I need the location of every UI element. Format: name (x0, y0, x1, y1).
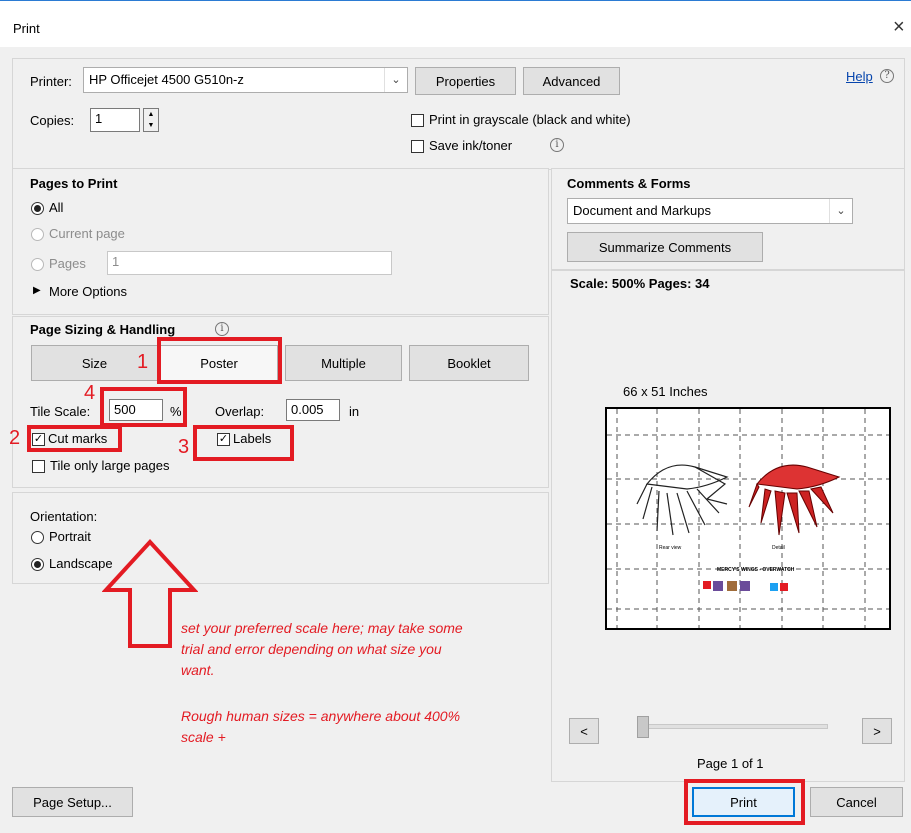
grayscale-checkbox[interactable] (411, 114, 424, 127)
page-slider-thumb[interactable] (637, 716, 649, 738)
tile-large-checkbox[interactable] (32, 460, 45, 473)
copies-label: Copies: (30, 113, 75, 128)
all-radio[interactable] (31, 202, 44, 215)
annotation-line-5: scale + (181, 729, 226, 745)
help-link[interactable]: Help (846, 69, 873, 84)
booklet-tab[interactable]: Booklet (409, 345, 529, 381)
annotation-box-print (684, 779, 805, 825)
save-ink-label: Save ink/toner (429, 138, 513, 153)
tile-scale-label: Tile Scale: (30, 404, 91, 419)
booklet-tab-label: Booklet (447, 355, 491, 371)
pages-radio[interactable] (31, 258, 44, 271)
page-slider-track[interactable] (640, 724, 828, 729)
grayscale-label: Print in grayscale (black and white) (429, 112, 631, 127)
printer-select-value: HP Officejet 4500 G510n-z (89, 72, 244, 87)
current-page-label: Current page (49, 226, 125, 241)
window-title: Print (13, 21, 40, 36)
properties-button[interactable]: Properties (415, 67, 516, 95)
chevron-down-icon: ⌄ (384, 68, 407, 92)
info-icon: i (550, 138, 564, 152)
portrait-radio[interactable] (31, 531, 44, 544)
overlap-unit-label: in (349, 404, 360, 419)
size-tab-label: Size (81, 355, 108, 371)
annotation-box-labels (193, 425, 294, 461)
preview-scale-text: Scale: 500% Pages: 34 (570, 276, 710, 291)
annotation-number-1: 1 (137, 351, 149, 373)
comments-select[interactable]: Document and Markups ⌄ (567, 198, 853, 224)
next-page-button[interactable]: > (862, 718, 892, 744)
comments-title: Comments & Forms (567, 176, 691, 191)
page-sizing-title: Page Sizing & Handling (30, 322, 176, 337)
annotation-number-3: 3 (178, 436, 190, 458)
save-ink-checkbox[interactable] (411, 140, 424, 153)
annotation-line-3: want. (181, 662, 215, 678)
prev-page-button[interactable]: < (569, 718, 599, 744)
annotation-line-2: trial and error depending on what size y… (181, 641, 442, 657)
advanced-button[interactable]: Advanced (523, 67, 620, 95)
title-bar (0, 0, 911, 47)
overlap-label: Overlap: (215, 404, 265, 419)
more-options-label[interactable]: More Options (49, 284, 127, 299)
pages-input[interactable]: 1 (107, 251, 392, 275)
orientation-title: Orientation: (30, 509, 98, 524)
thumb-title: MERCY'S WINGS - OVERWATCH (717, 567, 795, 573)
annotation-box-poster (157, 337, 282, 384)
summarize-comments-button[interactable]: Summarize Comments (567, 232, 763, 262)
multiple-tab-label: Multiple (321, 355, 366, 371)
thumb-caption-right: Detail (772, 545, 785, 551)
page-setup-button[interactable]: Page Setup... (12, 787, 133, 817)
info-icon: i (215, 322, 229, 336)
copies-input[interactable]: 1 (90, 108, 140, 132)
annotation-line-4: Rough human sizes = anywhere about 400% (181, 708, 461, 724)
preview-graphic: Rear view Detail MERCY'S WINGS - OVERWAT… (607, 409, 889, 628)
cancel-button[interactable]: Cancel (810, 787, 903, 817)
annotation-box-tile-scale (100, 387, 187, 427)
close-icon[interactable]: × (893, 16, 905, 39)
printer-label: Printer: (30, 74, 72, 89)
copies-stepper[interactable]: ▲ ▼ (143, 108, 159, 132)
current-page-radio[interactable] (31, 228, 44, 241)
preview-dimensions: 66 x 51 Inches (623, 384, 708, 399)
multiple-tab[interactable]: Multiple (285, 345, 402, 381)
annotation-number-2: 2 (9, 427, 21, 449)
landscape-radio[interactable] (31, 558, 44, 571)
annotation-box-cut-marks (27, 425, 122, 452)
tile-large-label: Tile only large pages (50, 458, 170, 473)
all-label: All (49, 200, 64, 215)
pages-label: Pages (49, 256, 86, 271)
chevron-down-icon: ⌄ (829, 199, 852, 223)
printer-select[interactable]: HP Officejet 4500 G510n-z ⌄ (83, 67, 408, 93)
comments-select-value: Document and Markups (573, 203, 712, 218)
thumb-caption-left: Rear view (659, 545, 682, 551)
help-icon[interactable]: ? (880, 69, 894, 83)
portrait-label: Portrait (49, 529, 91, 544)
page-info: Page 1 of 1 (697, 756, 764, 771)
preview-page: Rear view Detail MERCY'S WINGS - OVERWAT… (605, 407, 891, 630)
pages-to-print-title: Pages to Print (30, 176, 118, 191)
annotation-number-4: 4 (84, 382, 96, 404)
overlap-input[interactable]: 0.005 (286, 399, 340, 421)
expand-triangle-icon[interactable]: ▶ (33, 285, 41, 296)
annotation-line-1: set your preferred scale here; may take … (181, 620, 463, 636)
